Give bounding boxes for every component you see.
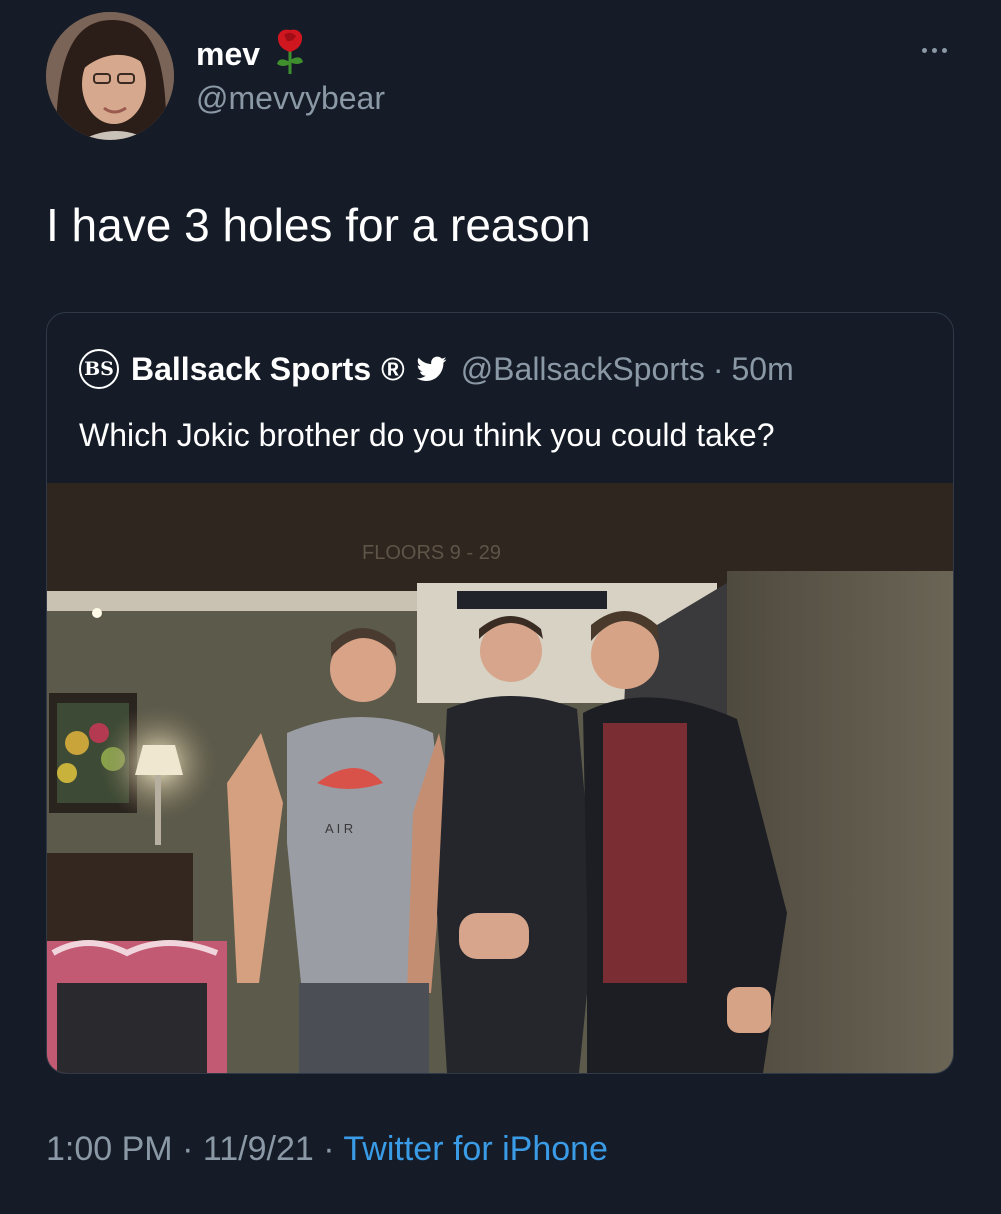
photo-sign-text: FLOORS 9 - 29 <box>362 542 501 564</box>
tweet-date[interactable]: 11/9/21 <box>203 1130 314 1168</box>
quoted-tweet-photo[interactable]: FLOORS 9 - 29 A I R <box>47 483 953 1073</box>
tweet-source-link[interactable]: Twitter for iPhone <box>343 1130 608 1168</box>
quoted-author-logo[interactable]: BS <box>79 349 119 389</box>
author-avatar[interactable] <box>46 12 174 140</box>
author-display-name[interactable]: mev <box>196 36 260 73</box>
quoted-author-name[interactable]: Ballsack Sports <box>131 351 371 388</box>
tweet-text: I have 3 holes for a reason <box>46 199 591 251</box>
more-options-icon[interactable] <box>914 40 954 60</box>
rose-icon <box>273 26 307 81</box>
footer-separator: · <box>182 1130 194 1168</box>
author-handle[interactable]: @mevvybear <box>196 80 385 117</box>
tweet-time[interactable]: 1:00 PM <box>46 1130 173 1168</box>
quoted-tweet-card[interactable]: BS Ballsack Sports ® @BallsackSports · 5… <box>46 312 954 1074</box>
quoted-tweet-time[interactable]: 50m <box>731 351 793 388</box>
twitter-bird-icon <box>416 356 447 382</box>
header-separator: · <box>712 350 724 387</box>
tweet-footer: 1:00 PM · 11/9/21 · Twitter for iPhone <box>46 1130 608 1169</box>
registered-mark: ® <box>381 350 405 387</box>
footer-separator: · <box>323 1130 335 1168</box>
quoted-tweet-text: Which Jokic brother do you think you cou… <box>79 417 775 453</box>
quoted-author-handle[interactable]: @BallsackSports <box>461 351 705 388</box>
photo-shirt-text: A I R <box>325 821 353 836</box>
quoted-tweet-header: BS Ballsack Sports ® @BallsackSports · 5… <box>79 349 794 389</box>
